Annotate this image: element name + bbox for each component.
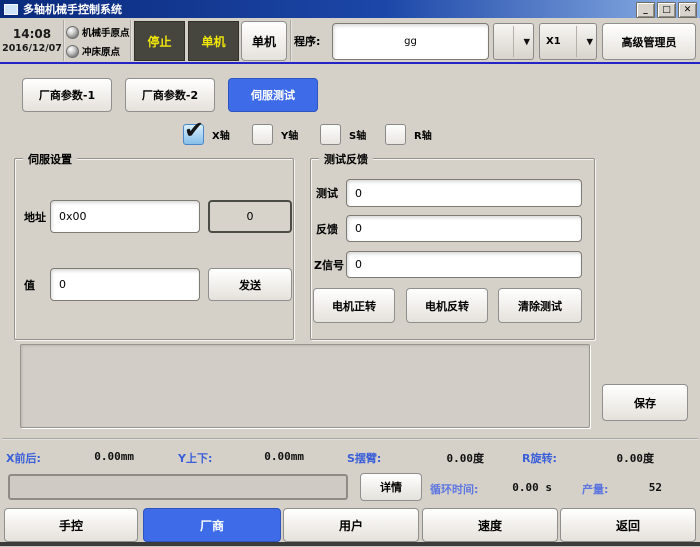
cycle-time-label: 循环时间: (430, 481, 478, 497)
chevron-down-icon[interactable]: ▾ (586, 34, 593, 49)
s-axis-status-label: S摆臂: (347, 450, 381, 466)
r-axis-status-value: 0.00度 (580, 450, 654, 466)
header-separator (290, 20, 292, 61)
stop-button[interactable]: 停止 (134, 21, 185, 61)
role-button[interactable]: 高级管理员 (602, 23, 696, 60)
x-axis-status-value: 0.00mm (60, 450, 134, 463)
send-button[interactable]: 发送 (208, 268, 292, 301)
window-title: 多轴机械手控制系统 (23, 1, 122, 17)
date-text: 2016/12/07 (2, 42, 62, 55)
radio-press-origin[interactable]: 冲床原点 (66, 42, 120, 60)
test-label: 测试 (316, 179, 338, 207)
output-count-value: 52 (628, 481, 662, 494)
check-icon: ✔ (184, 116, 204, 144)
window-bottom-border (0, 542, 700, 547)
detail-button[interactable]: 详情 (360, 473, 422, 501)
z-signal-input[interactable]: 0 (346, 251, 582, 278)
value-label: 值 (24, 268, 35, 301)
standalone-button[interactable]: 单机 (241, 21, 287, 61)
time-text: 14:08 (13, 27, 51, 42)
checkbox-label: Y轴 (281, 127, 298, 142)
checkbox-r-axis[interactable]: ✔ R轴 (385, 124, 432, 145)
checkbox-icon[interactable]: ✔ (385, 124, 406, 145)
close-button[interactable]: ✕ (678, 2, 697, 18)
z-signal-label: Z信号 (314, 251, 344, 278)
titlebar: 多轴机械手控制系统 _ □ ✕ (0, 0, 700, 18)
nav-speed-button[interactable]: 速度 (422, 508, 558, 542)
header-separator (63, 20, 65, 61)
checkbox-label: R轴 (414, 127, 432, 142)
radio-label: 冲床原点 (82, 44, 120, 58)
group-title: 测试反馈 (319, 151, 373, 167)
window-controls: _ □ ✕ (636, 2, 697, 18)
combo-value: X1 (546, 36, 561, 47)
tab-vendor-params-2[interactable]: 厂商参数-2 (125, 78, 215, 112)
axis-combobox[interactable]: X1 ▾ (539, 23, 597, 60)
value-input[interactable]: 0 (50, 268, 200, 301)
radio-robot-origin[interactable]: 机械手原点 (66, 23, 130, 41)
program-name-display[interactable]: gg (332, 23, 489, 60)
checkbox-label: X轴 (212, 127, 230, 142)
address-label: 地址 (24, 200, 46, 233)
header-divider (0, 62, 700, 64)
test-input[interactable]: 0 (346, 179, 582, 207)
y-axis-status-label: Y上下: (178, 450, 212, 466)
progress-bar (8, 474, 348, 500)
chevron-down-icon[interactable]: ▾ (523, 34, 530, 49)
x-axis-status-label: X前后: (6, 450, 41, 466)
header-separator (130, 20, 132, 61)
maximize-button[interactable]: □ (657, 2, 676, 18)
unit-combobox[interactable]: ▾ (493, 23, 534, 60)
servo-settings-group: 伺服设置 (14, 158, 294, 340)
checkbox-label: S轴 (349, 127, 366, 142)
robot-origin-indicator-icon (66, 26, 79, 39)
checkbox-x-axis[interactable]: ✔ X轴 (183, 124, 230, 145)
tab-vendor-params-1[interactable]: 厂商参数-1 (22, 78, 112, 112)
checkbox-icon[interactable]: ✔ (320, 124, 341, 145)
nav-return-button[interactable]: 返回 (560, 508, 696, 542)
status-divider (2, 438, 698, 440)
address-input[interactable]: 0x00 (50, 200, 200, 233)
r-axis-status-label: R旋转: (522, 450, 557, 466)
motor-reverse-button[interactable]: 电机反转 (406, 288, 488, 323)
standalone-mode-indicator[interactable]: 单机 (188, 21, 239, 61)
cycle-time-value: 0.00 s (492, 481, 552, 494)
minimize-button[interactable]: _ (636, 2, 655, 18)
s-axis-status-value: 0.00度 (410, 450, 484, 466)
checkbox-icon[interactable]: ✔ (183, 124, 204, 145)
save-button[interactable]: 保存 (602, 384, 688, 421)
radio-label: 机械手原点 (82, 25, 130, 39)
nav-manual-button[interactable]: 手控 (4, 508, 138, 542)
message-panel (20, 344, 590, 428)
motor-forward-button[interactable]: 电机正转 (313, 288, 395, 323)
tab-servo-test[interactable]: 伺服测试 (228, 78, 318, 112)
group-title: 伺服设置 (23, 151, 77, 167)
app-window: 多轴机械手控制系统 _ □ ✕ 14:08 2016/12/07 机械手原点 冲… (0, 0, 700, 547)
press-origin-indicator-icon (66, 45, 79, 58)
feedback-input[interactable]: 0 (346, 215, 582, 242)
clear-test-button[interactable]: 清除测试 (498, 288, 582, 323)
checkbox-icon[interactable]: ✔ (252, 124, 273, 145)
nav-user-button[interactable]: 用户 (283, 508, 419, 542)
output-count-label: 产量: (582, 481, 608, 497)
nav-vendor-button[interactable]: 厂商 (143, 508, 281, 542)
y-axis-status-value: 0.00mm (230, 450, 304, 463)
program-label: 程序: (294, 21, 320, 61)
clock-display: 14:08 2016/12/07 (2, 22, 62, 60)
checkbox-s-axis[interactable]: ✔ S轴 (320, 124, 366, 145)
checkbox-y-axis[interactable]: ✔ Y轴 (252, 124, 298, 145)
app-icon (4, 4, 18, 15)
address-readout: 0 (208, 200, 292, 233)
feedback-label: 反馈 (316, 215, 338, 242)
